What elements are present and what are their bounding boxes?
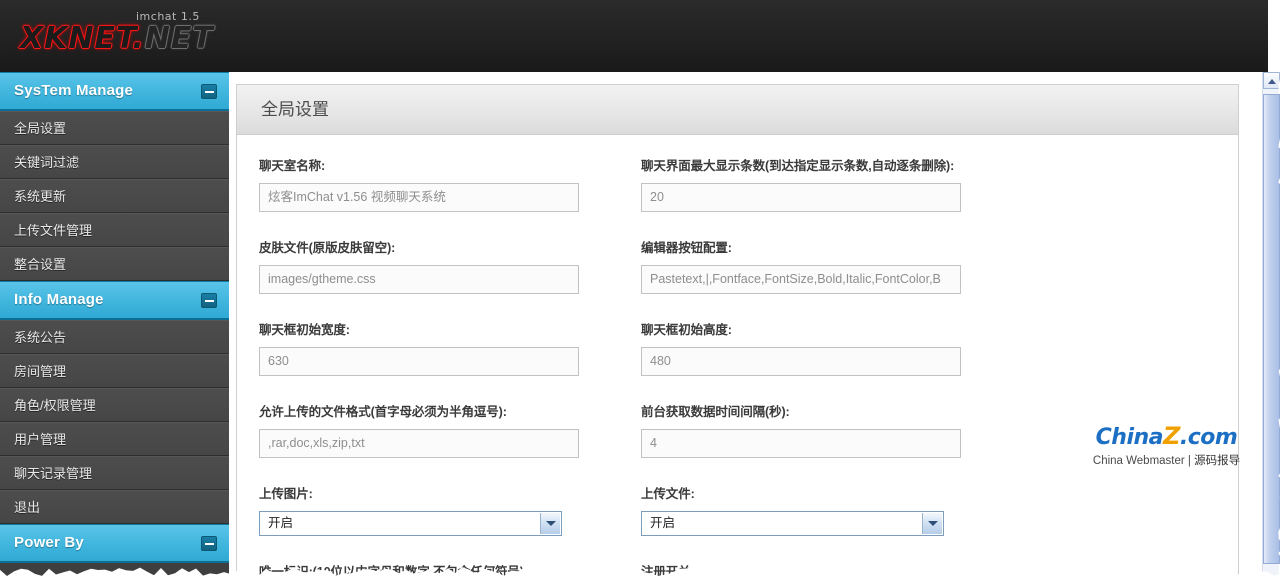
sidebar-item-user-manage[interactable]: 用户管理 xyxy=(0,422,229,456)
field-label: 注册开关 xyxy=(641,565,691,576)
global-settings-panel: 全局设置 聊天室名称: 炫客ImChat v1.56 视频聊天系统 聊天界面最大… xyxy=(236,84,1239,576)
field-label: 聊天界面最大显示条数(到达指定显示条数,自动逐条删除): xyxy=(641,159,955,173)
chat-height-input[interactable]: 480 xyxy=(641,347,961,376)
form-row: 唯一标识:(10位以内字母和数字,不包含任何符号) 注册开关 xyxy=(237,561,1238,576)
app-header: imchat 1.5 XKNET.NET xyxy=(0,0,1268,72)
page-title: 全局设置 xyxy=(237,85,1238,135)
upload-image-select[interactable]: 开启 xyxy=(259,511,562,536)
minus-icon[interactable] xyxy=(201,536,217,551)
field-label: 聊天框初始宽度: xyxy=(259,323,350,337)
editor-buttons-input[interactable]: Pastetext,|,Fontface,FontSize,Bold,Itali… xyxy=(641,265,961,294)
sidebar-item-system-update[interactable]: 系统更新 xyxy=(0,179,229,213)
sidebar-item-chat-log-manage[interactable]: 聊天记录管理 xyxy=(0,456,229,490)
field-fetch-interval: 前台获取数据时间间隔(秒): 4 xyxy=(617,401,997,458)
minus-icon[interactable] xyxy=(201,84,217,99)
sidebar-item-keyword-filter[interactable]: 关键词过滤 xyxy=(0,145,229,179)
sidebar-item-integration-settings[interactable]: 整合设置 xyxy=(0,247,229,281)
field-label: 允许上传的文件格式(首字母必须为半角逗号): xyxy=(259,405,507,419)
field-upload-file: 上传文件: 开启 xyxy=(617,483,997,536)
allowed-file-types-input[interactable]: ,rar,doc,xls,zip,txt xyxy=(259,429,579,458)
form-row: 聊天室名称: 炫客ImChat v1.56 视频聊天系统 聊天界面最大显示条数(… xyxy=(237,155,1238,212)
minus-icon[interactable] xyxy=(201,293,217,308)
form-row: 皮肤文件(原版皮肤留空): images/gtheme.css 编辑器按钮配置:… xyxy=(237,237,1238,294)
sidebar-item-upload-file-manage[interactable]: 上传文件管理 xyxy=(0,213,229,247)
settings-form: 聊天室名称: 炫客ImChat v1.56 视频聊天系统 聊天界面最大显示条数(… xyxy=(237,135,1238,576)
select-value: 开启 xyxy=(268,516,294,530)
select-value: 开启 xyxy=(650,516,676,530)
sidebar-group-power-by[interactable]: Power By xyxy=(0,524,229,563)
sidebar-item-logout[interactable]: 退出 xyxy=(0,490,229,524)
page-root: imchat 1.5 XKNET.NET SysTem Manage 全局设置 … xyxy=(0,0,1287,576)
field-label: 上传图片: xyxy=(259,487,313,501)
form-row: 聊天框初始宽度: 630 聊天框初始高度: 480 xyxy=(237,319,1238,376)
logo-dot: . xyxy=(132,21,145,56)
field-upload-image: 上传图片: 开启 xyxy=(237,483,617,536)
sidebar-item-room-manage[interactable]: 房间管理 xyxy=(0,354,229,388)
field-chat-height: 聊天框初始高度: 480 xyxy=(617,319,997,376)
chevron-down-icon[interactable] xyxy=(540,513,560,534)
field-label: 上传文件: xyxy=(641,487,695,501)
sidebar-group-title: Info Manage xyxy=(14,291,104,308)
sidebar-item-role-permission-manage[interactable]: 角色/权限管理 xyxy=(0,388,229,422)
vertical-scrollbar[interactable] xyxy=(1262,72,1280,576)
sidebar-group-title: SysTem Manage xyxy=(14,82,134,99)
max-display-lines-input[interactable]: 20 xyxy=(641,183,961,212)
upload-file-select[interactable]: 开启 xyxy=(641,511,944,536)
field-chat-width: 聊天框初始宽度: 630 xyxy=(237,319,617,376)
chatroom-name-input[interactable]: 炫客ImChat v1.56 视频聊天系统 xyxy=(259,183,579,212)
field-label: 皮肤文件(原版皮肤留空): xyxy=(259,241,396,255)
logo-text: XKNET.NET xyxy=(20,21,214,56)
field-label: 唯一标识:(10位以内字母和数字,不包含任何符号) xyxy=(259,565,524,576)
field-label: 聊天框初始高度: xyxy=(641,323,732,337)
sidebar-nav: SysTem Manage 全局设置 关键词过滤 系统更新 上传文件管理 整合设… xyxy=(0,72,229,576)
sidebar-group-system-manage[interactable]: SysTem Manage xyxy=(0,72,229,111)
field-editor-buttons: 编辑器按钮配置: Pastetext,|,Fontface,FontSize,B… xyxy=(617,237,997,294)
sidebar-item-global-settings[interactable]: 全局设置 xyxy=(0,111,229,145)
chevron-up-icon[interactable] xyxy=(1263,72,1280,89)
scrollbar-thumb[interactable] xyxy=(1263,94,1280,564)
field-chatroom-name: 聊天室名称: 炫客ImChat v1.56 视频聊天系统 xyxy=(237,155,617,212)
logo-primary-text: XKNET xyxy=(20,21,133,56)
field-allowed-file-types: 允许上传的文件格式(首字母必须为半角逗号): ,rar,doc,xls,zip,… xyxy=(237,401,617,458)
chevron-down-icon[interactable] xyxy=(922,513,942,534)
form-row: 上传图片: 开启 上传文件: 开启 xyxy=(237,483,1238,536)
sidebar-item-system-announcement[interactable]: 系统公告 xyxy=(0,320,229,354)
field-skin-file: 皮肤文件(原版皮肤留空): images/gtheme.css xyxy=(237,237,617,294)
sidebar-group-title: Power By xyxy=(14,534,84,551)
skin-file-input[interactable]: images/gtheme.css xyxy=(259,265,579,294)
field-label: 编辑器按钮配置: xyxy=(641,241,732,255)
field-max-display-lines: 聊天界面最大显示条数(到达指定显示条数,自动逐条删除): 20 xyxy=(617,155,997,212)
field-label: 前台获取数据时间间隔(秒): xyxy=(641,405,790,419)
field-unique-id: 唯一标识:(10位以内字母和数字,不包含任何符号) xyxy=(237,561,617,576)
logo-secondary-text: NET xyxy=(144,21,214,56)
main-content: 全局设置 聊天室名称: 炫客ImChat v1.56 视频聊天系统 聊天界面最大… xyxy=(229,72,1268,576)
sidebar-group-info-manage[interactable]: Info Manage xyxy=(0,281,229,320)
form-row: 允许上传的文件格式(首字母必须为半角逗号): ,rar,doc,xls,zip,… xyxy=(237,401,1238,458)
fetch-interval-input[interactable]: 4 xyxy=(641,429,961,458)
site-logo[interactable]: imchat 1.5 XKNET.NET xyxy=(18,8,248,66)
chat-width-input[interactable]: 630 xyxy=(259,347,579,376)
field-label: 聊天室名称: xyxy=(259,159,326,173)
field-register-switch: 注册开关 xyxy=(617,561,997,576)
